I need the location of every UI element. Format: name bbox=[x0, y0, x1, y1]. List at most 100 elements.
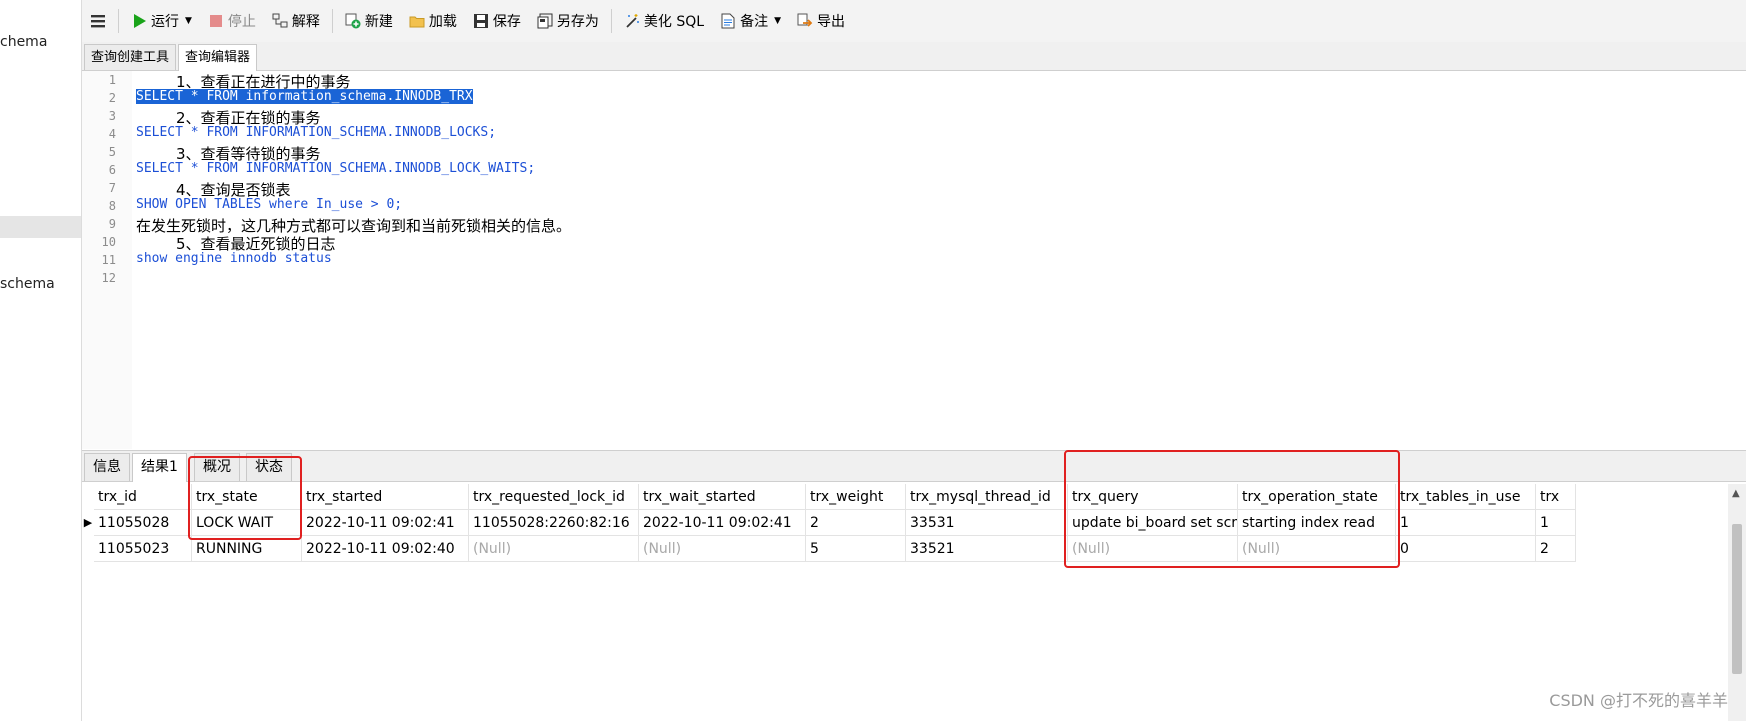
table-cell[interactable]: (Null) bbox=[639, 536, 806, 562]
toolbar-separator bbox=[331, 9, 333, 33]
save-as-label: 另存为 bbox=[556, 14, 599, 30]
result-grid[interactable]: trx_id trx_state trx_started trx_requested_… bbox=[82, 450, 1728, 721]
line-number: 12 bbox=[101, 271, 116, 285]
column-header-trx-mysql-thread-id[interactable]: trx_mysql_thread_id bbox=[906, 484, 1068, 510]
stop-label: 停止 bbox=[227, 14, 256, 30]
table-cell[interactable]: 0 bbox=[1396, 536, 1536, 562]
magic-wand-icon bbox=[624, 13, 640, 29]
explain-button[interactable]: 解释 bbox=[264, 7, 328, 35]
save-icon bbox=[473, 13, 489, 29]
table-cell[interactable]: 1 bbox=[1396, 510, 1536, 536]
code-line: SHOW OPEN TABLES where In_use > 0; bbox=[136, 197, 403, 212]
export-icon bbox=[797, 13, 813, 29]
new-button[interactable]: 新建 bbox=[337, 7, 401, 35]
folder-icon bbox=[409, 13, 425, 29]
vertical-scrollbar[interactable]: ▲ bbox=[1728, 484, 1746, 721]
line-number: 5 bbox=[108, 145, 116, 159]
object-navigator: chema schema bbox=[0, 0, 82, 721]
navigator-selected-row[interactable] bbox=[0, 216, 81, 238]
scroll-up-icon[interactable]: ▲ bbox=[1732, 488, 1740, 499]
column-header-trx-requested-lock-id[interactable]: trx_requested_lock_id bbox=[469, 484, 639, 510]
save-as-button[interactable]: 另存为 bbox=[529, 7, 607, 35]
scrollbar-thumb[interactable] bbox=[1732, 524, 1742, 674]
line-number: 6 bbox=[108, 163, 116, 177]
highlight-box-query bbox=[1064, 450, 1400, 568]
line-number: 4 bbox=[108, 127, 116, 141]
column-header-trx[interactable]: trx bbox=[1536, 484, 1576, 510]
hamburger-icon bbox=[90, 13, 106, 29]
navigator-item[interactable]: chema bbox=[0, 34, 47, 50]
explain-icon bbox=[272, 13, 288, 29]
explain-label: 解释 bbox=[291, 14, 320, 30]
new-query-icon bbox=[345, 13, 361, 29]
tab-info[interactable]: 信息 bbox=[84, 453, 130, 481]
result-tab-bar: 信息 结果1 概况 状态 bbox=[82, 450, 1746, 482]
export-button[interactable]: 导出 bbox=[789, 7, 853, 35]
run-button[interactable]: 运行 ▼ bbox=[123, 7, 200, 35]
table-cell[interactable]: 11055028 bbox=[94, 510, 192, 536]
table-cell[interactable]: 11055023 bbox=[94, 536, 192, 562]
table-cell[interactable]: 2022-10-11 09:02:40 bbox=[302, 536, 469, 562]
comment-label: 备注 bbox=[740, 14, 769, 30]
column-header-trx-weight[interactable]: trx_weight bbox=[806, 484, 906, 510]
line-number-gutter: 1 2 3 4 5 6 7 8 9 10 11 12 bbox=[82, 71, 132, 449]
line-number: 7 bbox=[108, 181, 116, 195]
highlight-box-state bbox=[188, 456, 302, 540]
stop-button[interactable]: 停止 bbox=[200, 7, 264, 35]
new-label: 新建 bbox=[364, 14, 393, 30]
document-icon bbox=[720, 13, 736, 29]
tab-result-1[interactable]: 结果1 bbox=[132, 453, 187, 482]
line-number: 9 bbox=[108, 217, 116, 231]
save-button[interactable]: 保存 bbox=[465, 7, 529, 35]
stop-icon bbox=[208, 13, 224, 29]
tab-query-editor[interactable]: 查询编辑器 bbox=[178, 44, 258, 71]
line-number: 10 bbox=[101, 235, 116, 249]
play-icon bbox=[131, 13, 147, 29]
code-line: SELECT * FROM INFORMATION_SCHEMA.INNODB_… bbox=[136, 125, 497, 140]
table-cell[interactable]: 2022-10-11 09:02:41 bbox=[639, 510, 806, 536]
export-label: 导出 bbox=[817, 14, 845, 30]
save-as-icon bbox=[537, 13, 553, 29]
table-cell[interactable]: 2022-10-11 09:02:41 bbox=[302, 510, 469, 536]
line-number: 1 bbox=[108, 73, 116, 87]
row-indicator[interactable]: ▶ bbox=[82, 510, 94, 536]
table-cell[interactable]: 1 bbox=[1536, 510, 1576, 536]
comment-button[interactable]: 备注 ▼ bbox=[712, 7, 789, 35]
column-header-trx-started[interactable]: trx_started bbox=[302, 484, 469, 510]
code-line-selected: SELECT * FROM information_schema.INNODB_… bbox=[136, 89, 473, 104]
run-label: 运行 bbox=[151, 14, 179, 30]
load-label: 加载 bbox=[428, 14, 457, 30]
watermark: CSDN @打不死的喜羊羊 bbox=[1549, 691, 1728, 710]
toolbar-separator bbox=[118, 9, 119, 33]
editor-tab-bar: 查询创建工具 查询编辑器 bbox=[82, 42, 1746, 71]
chevron-down-icon[interactable]: ▼ bbox=[185, 16, 192, 26]
toolbar-separator bbox=[610, 9, 612, 33]
table-cell[interactable]: 2 bbox=[806, 510, 906, 536]
table-cell[interactable]: 11055028:2260:82:16 bbox=[469, 510, 639, 536]
sql-editor[interactable]: 1 2 3 4 5 6 7 8 9 10 11 12 1、查看正在进行中的事务 … bbox=[82, 71, 1746, 449]
table-cell[interactable]: 2 bbox=[1536, 536, 1576, 562]
table-cell[interactable]: 33521 bbox=[906, 536, 1068, 562]
code-line: SELECT * FROM INFORMATION_SCHEMA.INNODB_… bbox=[136, 161, 536, 176]
code-line: show engine innodb status bbox=[136, 251, 332, 266]
line-number: 3 bbox=[108, 109, 116, 123]
menu-button[interactable] bbox=[82, 7, 114, 35]
line-number: 11 bbox=[101, 253, 116, 267]
beautify-sql-label: 美化 SQL bbox=[643, 14, 705, 30]
table-cell[interactable]: 5 bbox=[806, 536, 906, 562]
chevron-down-icon[interactable]: ▼ bbox=[774, 16, 781, 26]
tab-query-builder[interactable]: 查询创建工具 bbox=[84, 44, 177, 70]
table-cell[interactable]: 33531 bbox=[906, 510, 1068, 536]
save-label: 保存 bbox=[492, 14, 521, 30]
column-header-trx-id[interactable]: trx_id bbox=[94, 484, 192, 510]
column-header-trx-tables-in-use[interactable]: trx_tables_in_use bbox=[1396, 484, 1536, 510]
navigator-item[interactable]: schema bbox=[0, 276, 55, 292]
toolbar: 运行 ▼ 停止 解释 新建 加载 保存 另存为 美化 SQL 备注 ▼ 导出 bbox=[82, 0, 1746, 42]
row-indicator[interactable] bbox=[82, 536, 94, 562]
table-cell[interactable]: (Null) bbox=[469, 536, 639, 562]
column-header-trx-wait-started[interactable]: trx_wait_started bbox=[639, 484, 806, 510]
line-number: 8 bbox=[108, 199, 116, 213]
load-button[interactable]: 加载 bbox=[401, 7, 465, 35]
line-number: 2 bbox=[108, 91, 116, 105]
beautify-sql-button[interactable]: 美化 SQL bbox=[616, 7, 712, 35]
